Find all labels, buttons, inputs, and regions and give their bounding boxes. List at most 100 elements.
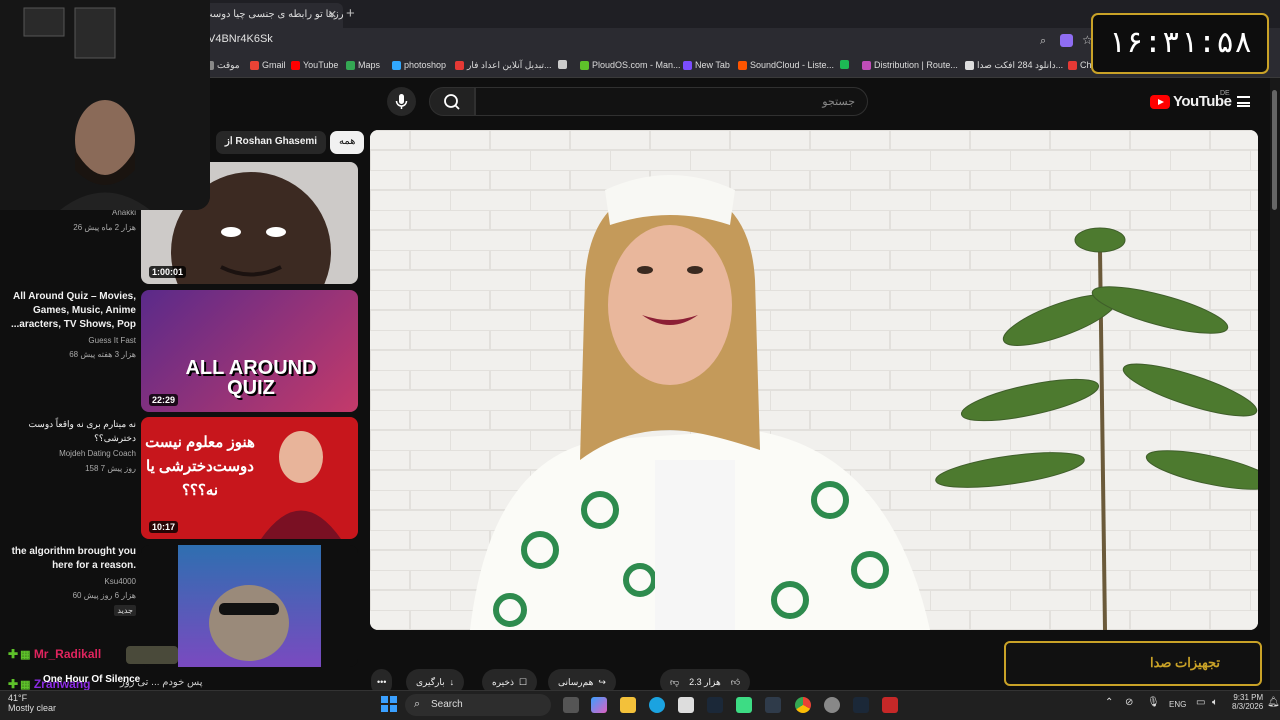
channel-name[interactable]: Guess It Fast [88, 336, 136, 345]
channel-name[interactable]: Ksu4000 [104, 577, 136, 586]
chip-from-channel[interactable]: از Roshan Ghasemi [216, 131, 327, 154]
video-meta: 68 هزار 3 هفته پیش [69, 350, 136, 359]
like-count: 2.3 هزار [689, 676, 721, 687]
language-indicator[interactable]: ENG [1169, 700, 1186, 709]
file-explorer-icon[interactable] [620, 697, 636, 713]
video-meta: 60 هزار 6 روز پیش [72, 591, 136, 600]
bookmark-label: تبدیل آنلاین اعداد فار... [467, 60, 552, 70]
taskbar-date: 8/3/2026 [1232, 702, 1264, 711]
task-view-icon[interactable] [563, 697, 579, 713]
wifi-icon[interactable]: ⊘ [1125, 697, 1133, 708]
webcam-overlay [0, 0, 210, 210]
region-code: DE [1220, 90, 1230, 97]
windows-taskbar [0, 690, 1280, 720]
bookmark-item[interactable] [558, 60, 570, 69]
channel-name[interactable]: Mojdeh Dating Coach [59, 449, 136, 458]
save-icon: ☐ [518, 676, 528, 687]
bookmark-item[interactable]: SoundCloud - Liste... [738, 60, 834, 70]
windows-icon [381, 696, 397, 712]
bookmark-favicon-icon [965, 61, 974, 70]
obs-icon[interactable] [824, 697, 840, 713]
bookmark-item[interactable]: PloudOS.com - Man... [580, 60, 681, 70]
thumbnail-text: ALL AROUND QUIZ [185, 357, 317, 399]
weather-temp: 41°F [8, 693, 28, 703]
chip-all[interactable]: همه [330, 131, 365, 154]
bookmark-label: photoshop [404, 60, 447, 70]
bookmark-item[interactable]: Distribution | Route... [862, 60, 958, 70]
bookmark-favicon-icon [862, 60, 871, 70]
search-button[interactable] [429, 87, 475, 116]
youtube-play-icon [1150, 94, 1170, 109]
taskbar-time: 9:31 PM [1233, 693, 1264, 702]
copilot-icon[interactable] [591, 697, 607, 713]
bookmark-item[interactable]: photoshop [392, 60, 446, 70]
bookmark-item[interactable]: Gmail [250, 60, 286, 70]
store-icon[interactable] [678, 697, 694, 713]
bookmark-item[interactable]: موقت [205, 60, 240, 71]
start-button[interactable] [381, 696, 397, 712]
persian-fragment: پس خودم ... تی روز [120, 677, 203, 688]
bookmark-favicon-icon [455, 61, 464, 70]
extension-icon[interactable] [1060, 34, 1073, 47]
weather-widget[interactable]: 41°F Mostly clear [8, 693, 56, 713]
bookmark-label: SoundCloud - Liste... [750, 60, 835, 70]
bookmark-label: Ch [1080, 60, 1092, 70]
bookmark-item[interactable]: YouTube [291, 60, 338, 70]
bookmark-favicon-icon [738, 60, 747, 70]
video-duration: 10:17 [149, 521, 179, 533]
edge-icon[interactable] [649, 697, 665, 713]
bookmark-item[interactable]: Maps [346, 60, 380, 70]
new-badge: جدید [114, 605, 136, 616]
app-icon[interactable] [736, 697, 752, 713]
app-icon[interactable] [882, 697, 898, 713]
bookmark-label: YouTube [303, 60, 339, 70]
bookmark-item[interactable]: دانلود 284 افکت صدا... [965, 60, 1063, 71]
taskbar-clock[interactable]: 9:31 PM 8/3/2026 [1232, 693, 1263, 711]
network-icon[interactable]: ▭ [1196, 697, 1205, 708]
weather-desc: Mostly clear [8, 703, 57, 713]
bookmark-label: PloudOS.com - Man... [592, 60, 681, 70]
search-input[interactable]: جستجو [475, 87, 868, 116]
video-title[interactable]: نه میتارم بری نه واقعاً دوست دخترشی؟؟ [6, 417, 136, 445]
like-icon[interactable]: 👍︎ [731, 677, 740, 688]
clock-overlay: ۱۶:۳۱:۵۸ [1091, 13, 1269, 74]
microphone-icon [395, 94, 408, 109]
voice-search-button[interactable] [387, 87, 416, 116]
microphone-icon[interactable]: 🎙︎ [1147, 697, 1160, 708]
bookmark-item[interactable] [840, 60, 852, 69]
scrollbar-thumb[interactable] [1272, 90, 1277, 210]
zoom-icon[interactable]: ⌕ [1040, 35, 1046, 48]
bookmark-favicon-icon [291, 60, 300, 70]
video-player[interactable] [370, 130, 1258, 630]
bookmark-label: Maps [358, 60, 381, 70]
bookmark-label: Gmail [262, 60, 286, 70]
chrome-icon[interactable] [795, 697, 811, 713]
bookmark-favicon-icon [840, 60, 849, 69]
bookmark-item[interactable]: Ch [1068, 60, 1092, 70]
bookmark-label: دانلود 284 افکت صدا... [977, 60, 1064, 70]
download-icon: ↓ [449, 677, 455, 687]
video-title[interactable]: the algorithm brought you here for a rea… [6, 545, 136, 573]
browser-tab[interactable]: مرزها تو رابطه ی جنسی چیا دوست ✕ [195, 3, 343, 28]
bookmark-favicon-icon [250, 60, 259, 70]
tray-chevron-icon[interactable]: ⌃ [1105, 697, 1113, 708]
bookmark-item[interactable]: New Tab [683, 60, 730, 70]
steam-icon[interactable] [707, 697, 723, 713]
steam-icon[interactable] [853, 697, 869, 713]
taskbar-search[interactable]: ⌕ Search [405, 694, 551, 716]
dislike-icon[interactable]: 👎︎ [670, 677, 679, 688]
notification-icon[interactable]: 🔔︎ [1267, 697, 1280, 708]
tab-title: مرزها تو رابطه ی جنسی چیا دوست [203, 9, 343, 20]
bookmark-item[interactable]: تبدیل آنلاین اعداد فار... [455, 60, 552, 71]
bookmark-favicon-icon [558, 60, 567, 69]
close-tab-icon[interactable]: ✕ [328, 8, 337, 21]
new-tab-icon[interactable]: + [346, 5, 355, 22]
volume-icon[interactable]: 🔈︎ [1212, 697, 1218, 708]
video-title[interactable]: All Around Quiz – Movies, Games, Music, … [6, 290, 136, 332]
search-icon [444, 94, 460, 110]
address-bar[interactable]: V4BNr4K6Sk [208, 33, 273, 45]
app-icon[interactable] [765, 697, 781, 713]
hamburger-menu-icon[interactable] [1237, 96, 1250, 107]
search-icon: ⌕ [414, 698, 421, 710]
video-meta: 158 7 روز پیش [85, 464, 136, 473]
